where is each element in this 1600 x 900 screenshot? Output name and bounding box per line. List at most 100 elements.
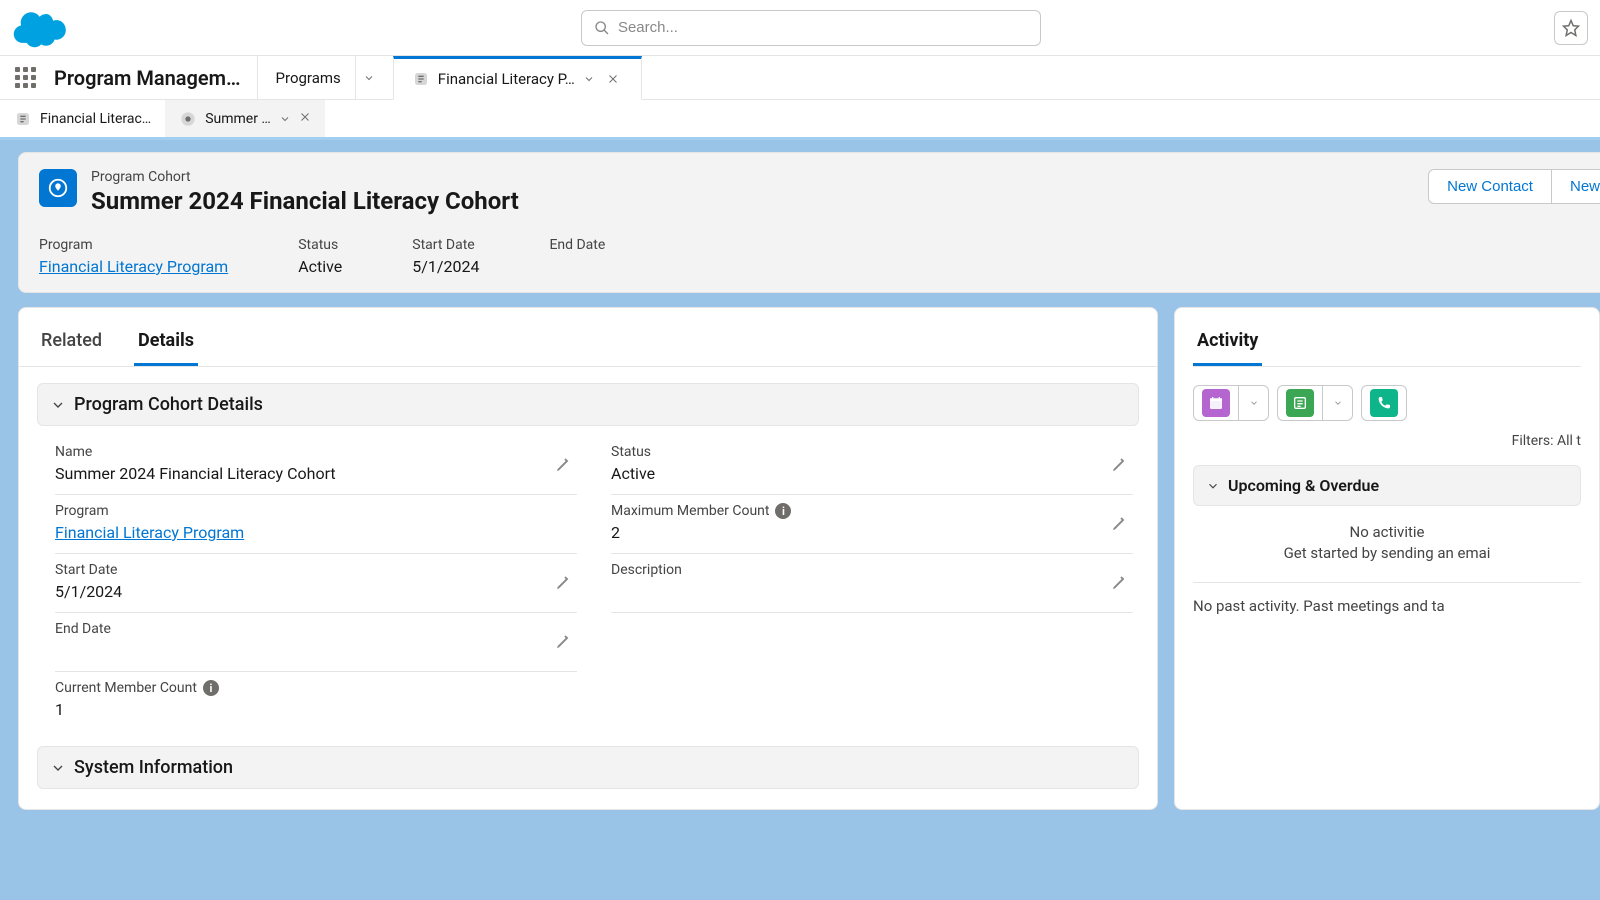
field-program: Program Financial Literacy Program <box>55 495 577 554</box>
section-title: Upcoming & Overdue <box>1228 476 1379 495</box>
chevron-down-icon <box>50 397 66 413</box>
edit-field-button[interactable] <box>555 457 571 477</box>
chevron-down-icon[interactable] <box>279 113 291 125</box>
task-icon <box>1286 389 1314 417</box>
chevron-down-icon <box>50 760 66 776</box>
field-label: End Date <box>55 621 577 637</box>
chevron-down-icon <box>1333 398 1343 408</box>
field-label: Current Member Count i <box>55 680 577 696</box>
cohort-icon <box>179 110 197 128</box>
highlight-field-program: Program Financial Literacy Program <box>39 237 228 276</box>
new-button-truncated[interactable]: New <box>1552 169 1600 204</box>
info-icon[interactable]: i <box>203 680 219 696</box>
pencil-icon <box>555 575 571 591</box>
field-status: Status Active <box>611 436 1133 495</box>
pencil-icon <box>1111 575 1127 591</box>
edit-field-button[interactable] <box>555 634 571 654</box>
field-value: Active <box>298 257 342 276</box>
salesforce-logo <box>12 8 68 48</box>
close-icon <box>607 73 619 85</box>
subtab-current-record[interactable]: Summer … <box>165 100 325 137</box>
field-label: End Date <box>549 237 605 253</box>
pencil-icon <box>555 634 571 650</box>
section-header-cohort-details[interactable]: Program Cohort Details <box>37 383 1139 426</box>
field-value: 5/1/2024 <box>55 582 577 604</box>
task-menu[interactable] <box>1322 386 1352 420</box>
field-description: Description <box>611 554 1133 613</box>
tab-details[interactable]: Details <box>134 322 198 366</box>
subtab-label: Summer … <box>205 111 271 127</box>
record-type-label: Program Cohort <box>91 169 519 185</box>
pencil-icon <box>1111 457 1127 473</box>
search-icon <box>594 20 610 36</box>
favorites-button[interactable] <box>1554 11 1588 45</box>
field-value <box>55 641 577 663</box>
field-label: Start Date <box>412 237 479 253</box>
upcoming-overdue-section[interactable]: Upcoming & Overdue <box>1193 465 1581 506</box>
field-label: Status <box>298 237 342 253</box>
close-subtab-button[interactable] <box>299 111 311 127</box>
new-task-button[interactable] <box>1277 385 1353 421</box>
record-detail-panel: Related Details Program Cohort Details N… <box>18 307 1158 810</box>
pencil-icon <box>1111 516 1127 532</box>
calendar-icon <box>1202 389 1230 417</box>
highlight-field-start-date: Start Date 5/1/2024 <box>412 237 479 276</box>
chevron-down-icon <box>1206 479 1220 493</box>
app-launcher-button[interactable] <box>0 56 50 99</box>
subtab-label: Financial Literac… <box>40 111 151 127</box>
program-link[interactable]: Financial Literacy Program <box>55 523 577 545</box>
nav-item-programs[interactable]: Programs <box>257 56 393 99</box>
field-label: Description <box>611 562 1133 578</box>
subtab-parent-record[interactable]: Financial Literac… <box>0 100 165 137</box>
field-value: 1 <box>55 700 577 722</box>
subtab-bar: Financial Literac… Summer … <box>0 100 1600 140</box>
app-nav-bar: Program Managem… Programs Financial Lite… <box>0 56 1600 100</box>
nav-item-label: Programs <box>276 69 341 87</box>
field-label: Program <box>55 503 577 519</box>
edit-field-button[interactable] <box>1111 516 1127 536</box>
edit-field-button[interactable] <box>1111 457 1127 477</box>
no-activities-message: No activitie Get started by sending an e… <box>1193 516 1581 583</box>
program-link[interactable]: Financial Literacy Program <box>39 257 228 276</box>
tab-related[interactable]: Related <box>37 322 106 366</box>
program-icon <box>412 70 430 88</box>
tab-activity[interactable]: Activity <box>1193 322 1262 366</box>
highlight-field-status: Status Active <box>298 237 342 276</box>
close-icon <box>299 111 311 123</box>
field-max-member-count: Maximum Member Count i 2 <box>611 495 1133 554</box>
event-menu[interactable] <box>1238 386 1268 420</box>
global-search[interactable] <box>581 10 1041 46</box>
field-label: Status <box>611 444 1133 460</box>
section-title: System Information <box>74 757 233 778</box>
section-title: Program Cohort Details <box>74 394 263 415</box>
nav-item-menu[interactable] <box>355 56 383 99</box>
edit-field-button[interactable] <box>1111 575 1127 595</box>
field-label: Program <box>39 237 228 253</box>
chevron-down-icon[interactable] <box>583 73 595 85</box>
search-input[interactable] <box>618 19 1028 36</box>
field-label: Maximum Member Count i <box>611 503 1133 519</box>
page-body: Program Cohort Summer 2024 Financial Lit… <box>0 140 1600 900</box>
new-contact-button[interactable]: New Contact <box>1428 169 1552 204</box>
field-name: Name Summer 2024 Financial Literacy Coho… <box>55 436 577 495</box>
close-tab-button[interactable] <box>603 69 623 90</box>
info-icon[interactable]: i <box>775 503 791 519</box>
field-label: Name <box>55 444 577 460</box>
field-value: 2 <box>611 523 1133 545</box>
chevron-down-icon <box>1249 398 1259 408</box>
program-icon <box>14 110 32 128</box>
workspace-tab-label: Financial Literacy P… <box>438 70 575 88</box>
global-header <box>0 0 1600 56</box>
detail-tabset: Related Details <box>19 322 1157 367</box>
edit-field-button[interactable] <box>555 575 571 595</box>
pencil-icon <box>555 457 571 473</box>
new-event-button[interactable] <box>1193 385 1269 421</box>
field-value: Active <box>611 464 1133 486</box>
record-type-icon <box>39 169 77 207</box>
log-call-button[interactable] <box>1361 385 1407 421</box>
field-label: Start Date <box>55 562 577 578</box>
activity-filters[interactable]: Filters: All t <box>1193 433 1581 449</box>
section-header-system-info[interactable]: System Information <box>37 746 1139 789</box>
highlight-field-end-date: End Date <box>549 237 605 276</box>
workspace-tab[interactable]: Financial Literacy P… <box>393 56 642 100</box>
